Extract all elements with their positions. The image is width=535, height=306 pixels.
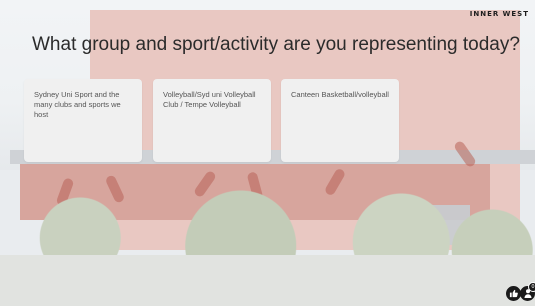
response-card: Sydney Uni Sport and the many clubs and … <box>24 79 142 162</box>
question-heading: What group and sport/activity are you re… <box>32 34 520 55</box>
response-text: Volleyball/Syd uni Volleyball Club / Tem… <box>163 90 256 109</box>
brand-logo: INNER WEST <box>469 10 529 18</box>
response-text: Canteen Basketball/volleyball <box>291 90 389 99</box>
like-button[interactable] <box>506 286 521 301</box>
thumbs-up-icon <box>509 289 518 300</box>
response-card: Volleyball/Syd uni Volleyball Club / Tem… <box>153 79 271 162</box>
response-card: Canteen Basketball/volleyball <box>281 79 399 162</box>
response-text: Sydney Uni Sport and the many clubs and … <box>34 90 121 119</box>
participants-button[interactable]: 0 <box>520 282 535 301</box>
presentation-slide: INNER WEST What group and sport/activity… <box>0 0 535 306</box>
person-icon <box>524 289 532 300</box>
participant-count-badge: 0 <box>528 282 535 292</box>
background-ground <box>0 255 535 306</box>
